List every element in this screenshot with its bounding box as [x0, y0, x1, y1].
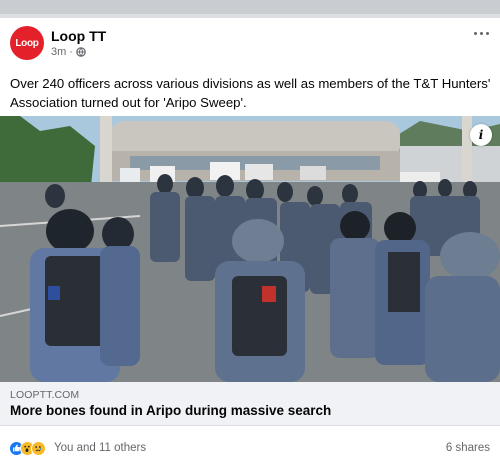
more-options-icon[interactable]	[472, 27, 490, 39]
page-name[interactable]: Loop TT	[51, 28, 106, 44]
post-meta: 3m ·	[51, 46, 86, 58]
reactions-count[interactable]: You and 11 others	[54, 442, 146, 454]
avatar-logo-text: Loop	[15, 37, 39, 49]
top-divider	[0, 0, 500, 18]
reactions-bar: You and 11 others 6 shares	[0, 432, 500, 462]
link-domain: LOOPTT.COM	[10, 389, 80, 401]
info-icon[interactable]: i	[470, 124, 492, 146]
info-icon-glyph: i	[478, 128, 484, 142]
post-header: Loop Loop TT 3m ·	[0, 18, 500, 68]
globe-icon	[76, 47, 86, 57]
shares-count[interactable]: 6 shares	[446, 442, 490, 454]
officers-photo-illustration	[0, 116, 500, 382]
link-headline[interactable]: More bones found in Aripo during massive…	[10, 403, 331, 418]
reaction-icons[interactable]	[9, 441, 46, 457]
meta-separator: ·	[69, 46, 73, 58]
sad-icon	[31, 441, 46, 456]
post-photo[interactable]: i	[0, 116, 500, 382]
avatar[interactable]: Loop	[10, 26, 44, 60]
link-preview[interactable]: LOOPTT.COM More bones found in Aripo dur…	[0, 382, 500, 426]
post-caption: Over 240 officers across various divisio…	[10, 76, 491, 110]
post-timestamp[interactable]: 3m	[51, 46, 66, 58]
